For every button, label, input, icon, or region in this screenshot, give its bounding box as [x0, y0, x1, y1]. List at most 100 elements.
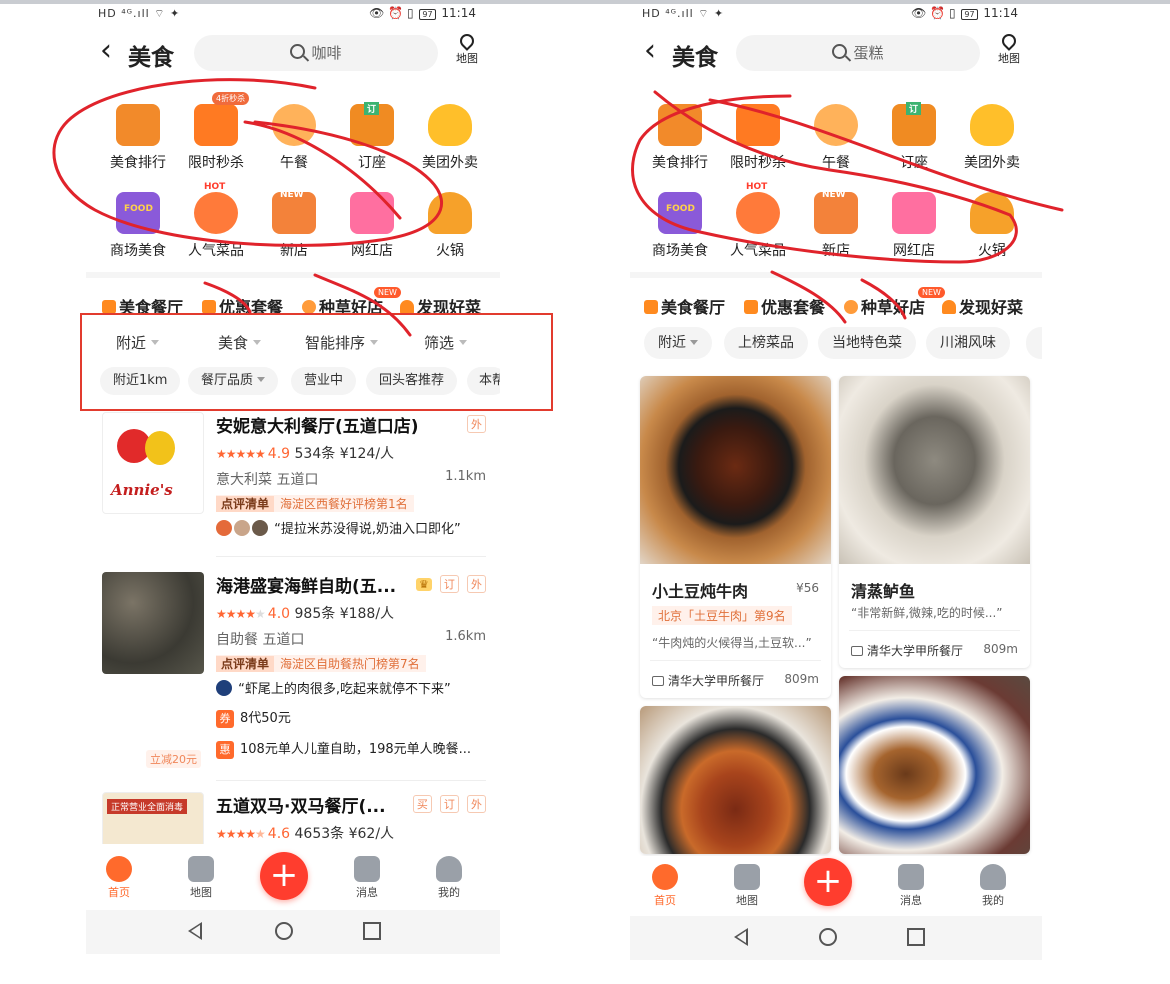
category-flash-sale[interactable]: 限时秒杀: [718, 104, 798, 172]
category-hotpot[interactable]: 火锅: [952, 192, 1032, 260]
pill-ranked-dishes[interactable]: 上榜菜品: [724, 327, 808, 359]
pill-overflow[interactable]: [1026, 327, 1042, 359]
hotpot-icon: [970, 192, 1014, 234]
nav-profile[interactable]: 我的: [424, 856, 474, 900]
filter-nearby[interactable]: 附近: [644, 327, 712, 359]
star-rating-icon: ★★★★★: [216, 607, 266, 621]
category-ranking[interactable]: 美食排行: [640, 104, 720, 172]
back-arrow-icon[interactable]: ‹: [100, 36, 112, 66]
shop-icon: [851, 646, 863, 656]
category-ranking[interactable]: 美食排行: [98, 104, 178, 172]
category-reservation[interactable]: 订 订座: [332, 102, 412, 172]
chevron-down-icon: [690, 340, 698, 345]
shop-link[interactable]: 清华大学甲所餐厅: [652, 672, 764, 689]
rank-tag[interactable]: 点评清单 海淀区西餐好评榜第1名: [216, 495, 414, 512]
flash-sale-icon: 4折秒杀: [194, 92, 250, 146]
bottom-nav: 首页 地图 + 消息 我的: [630, 856, 1042, 916]
tab-deal-packages[interactable]: 优惠套餐: [744, 294, 825, 318]
restaurant-card[interactable]: 正常营业全面消毒 五道双马·双马餐厅(... 买 订 外 ★★★★★ 4.6 46…: [102, 792, 486, 844]
category-label: 网红店: [351, 243, 393, 259]
category-trendy-store[interactable]: 网红店: [332, 192, 412, 260]
coupon-row[interactable]: 券 8代50元: [216, 707, 486, 728]
nav-map[interactable]: 地图: [176, 856, 226, 900]
back-arrow-icon[interactable]: ‹: [644, 36, 656, 66]
search-icon: [832, 44, 848, 59]
clock: 11:14: [983, 6, 1018, 20]
flash-sale-icon: [736, 104, 780, 146]
nav-profile[interactable]: 我的: [968, 864, 1018, 908]
food-tag: FOOD: [666, 204, 695, 214]
create-plus-button[interactable]: +: [804, 858, 852, 906]
nav-home[interactable]: 首页: [640, 864, 690, 908]
tab-food-restaurants[interactable]: 美食餐厅: [644, 294, 725, 318]
search-icon: [290, 44, 306, 59]
system-home-icon[interactable]: [275, 922, 293, 940]
reservation-icon: 订: [892, 102, 936, 146]
system-back-icon[interactable]: [188, 922, 202, 940]
category-lunch[interactable]: 午餐: [796, 104, 876, 172]
shop-link[interactable]: 清华大学甲所餐厅: [851, 642, 963, 659]
nav-map[interactable]: 地图: [722, 864, 772, 908]
dish-photo: [839, 376, 1030, 564]
map-button[interactable]: 地图: [992, 31, 1026, 66]
category-label: 订座: [358, 155, 386, 171]
nav-label: 首页: [654, 894, 676, 907]
tab-discover-dishes[interactable]: 发现好菜: [942, 294, 1023, 318]
category-lunch[interactable]: 午餐: [254, 104, 334, 172]
sprout-tab-icon: [844, 300, 858, 314]
restaurant-photo: 正常营业全面消毒: [102, 792, 204, 844]
service-badges: 买 订 外: [410, 793, 486, 813]
system-home-icon[interactable]: [819, 928, 837, 946]
category-mall-food[interactable]: FOOD 商场美食: [640, 192, 720, 260]
avatar: [216, 680, 232, 696]
deal-tab-icon: [202, 300, 216, 314]
section-divider: [86, 272, 500, 278]
hot-tag: HOT: [746, 182, 768, 192]
restaurant-card[interactable]: Annie's 安妮意大利餐厅(五道口店) 外 ★★★★★ 4.9 534条 ¥1…: [102, 412, 486, 552]
category-popular-dish[interactable]: HOT 人气菜品: [718, 182, 798, 260]
restaurant-card[interactable]: 海港盛宴海鲜自助(五... ♛ 订 外 ★★★★★ 4.0 985条 ¥188/人…: [102, 572, 486, 772]
tab-recommended-stores[interactable]: 种草好店: [844, 294, 925, 318]
category-mall-food[interactable]: FOOD 商场美食: [98, 192, 178, 260]
category-popular-dish[interactable]: HOT 人气菜品: [176, 182, 256, 260]
category-hotpot[interactable]: 火锅: [410, 192, 490, 260]
system-recents-icon[interactable]: [363, 922, 381, 940]
category-label: 火锅: [436, 243, 464, 259]
system-recents-icon[interactable]: [907, 928, 925, 946]
discount-row[interactable]: 惠 108元单人儿童自助，198元单人晚餐...: [216, 738, 486, 759]
category-label: 人气菜品: [188, 243, 244, 259]
pill-local-specialties[interactable]: 当地特色菜: [818, 327, 916, 359]
tab-label: 发现好菜: [959, 298, 1024, 317]
rank-tag[interactable]: 点评清单 海淀区自助餐热门榜第7名: [216, 655, 426, 672]
category-delivery[interactable]: 美团外卖: [952, 104, 1032, 172]
left-phone-screen: HD ⁴ᴳ.ıll ⌔ ✦ 👁 ⏰ ▯ 97 11:14 ‹ 美食 咖啡 地图 …: [86, 4, 500, 956]
nav-messages[interactable]: 消息: [342, 856, 392, 900]
dish-card[interactable]: [839, 676, 1030, 854]
review-count: 534条: [294, 446, 336, 462]
status-bar: HD ⁴ᴳ.ıll ⌔ ✦ 👁 ⏰ ▯ 97 11:14: [86, 4, 500, 24]
system-back-icon[interactable]: [734, 928, 748, 946]
search-input[interactable]: 蛋糕: [736, 35, 980, 71]
create-plus-button[interactable]: +: [260, 852, 308, 900]
dish-rank[interactable]: 北京「土豆牛肉」第9名: [652, 606, 792, 625]
profile-icon: [980, 864, 1006, 890]
category-new-store[interactable]: NEW 新店: [796, 190, 876, 260]
category-delivery[interactable]: 美团外卖: [410, 104, 490, 172]
dish-card[interactable]: [640, 706, 831, 854]
map-button[interactable]: 地图: [450, 31, 484, 66]
battery-icon: 97: [961, 9, 978, 20]
rank-row: 点评清单 海淀区自助餐热门榜第7名: [216, 655, 486, 672]
map-button-label: 地图: [456, 52, 478, 65]
category-flash-sale[interactable]: 4折秒杀 限时秒杀: [176, 92, 256, 172]
category-reservation[interactable]: 订 订座: [874, 102, 954, 172]
dish-card[interactable]: 清蒸鲈鱼 “非常新鲜,微辣,吃的时候...” 清华大学甲所餐厅 809m: [839, 376, 1030, 668]
message-icon: [898, 864, 924, 890]
nav-messages[interactable]: 消息: [886, 864, 936, 908]
search-input[interactable]: 咖啡: [194, 35, 438, 71]
coupon-icon: 券: [216, 710, 234, 728]
nav-home[interactable]: 首页: [94, 856, 144, 900]
category-new-store[interactable]: NEW 新店: [254, 190, 334, 260]
pill-sichuan-hunan[interactable]: 川湘风味: [926, 327, 1010, 359]
category-trendy-store[interactable]: 网红店: [874, 192, 954, 260]
dish-card[interactable]: 小土豆炖牛肉 ¥56 北京「土豆牛肉」第9名 “牛肉炖的火候得当,土豆软...”…: [640, 376, 831, 698]
